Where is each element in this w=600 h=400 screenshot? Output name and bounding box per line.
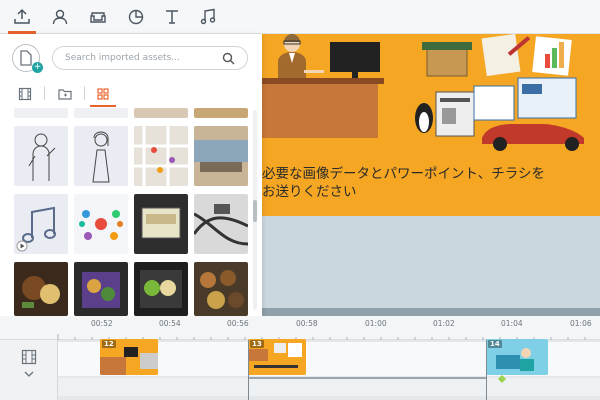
businessman-sketch-thumbnail[interactable] <box>14 126 68 186</box>
mind-map-thumbnail[interactable] <box>74 194 128 254</box>
plus-icon: + <box>32 62 43 73</box>
music-note-icon <box>16 206 56 252</box>
characters-tool[interactable] <box>46 0 74 34</box>
sofa-icon <box>90 12 106 23</box>
bento-photo-thumbnail[interactable] <box>14 262 68 316</box>
asset-thumbnail[interactable] <box>134 108 188 118</box>
upload-tool[interactable] <box>8 0 36 34</box>
clip-13-duration-bar[interactable] <box>248 377 486 379</box>
businesswoman-sketch-thumbnail[interactable] <box>74 126 128 186</box>
track-header[interactable] <box>0 340 58 400</box>
lunch-box-photo-thumbnail[interactable] <box>134 194 188 254</box>
search-icon[interactable] <box>222 52 235 65</box>
tab-grid[interactable] <box>88 82 118 107</box>
clip-number: 12 <box>102 340 116 348</box>
tick-label: 01:06 <box>570 319 592 328</box>
search-box[interactable] <box>52 46 248 70</box>
props-tool[interactable] <box>84 0 112 34</box>
tick-label: 01:02 <box>433 319 455 328</box>
bento-photo-thumbnail[interactable] <box>134 262 188 316</box>
tick-label: 00:52 <box>91 319 113 328</box>
film-icon <box>18 87 32 101</box>
tab-divider <box>44 86 45 100</box>
imported-assets-panel: + <box>0 34 262 316</box>
sub-lane[interactable] <box>58 378 600 396</box>
timeline-ruler[interactable]: 00:52 00:54 00:56 00:58 01:00 01:02 01:0… <box>0 316 600 340</box>
tab-folder[interactable] <box>50 82 80 106</box>
assets-scroll-thumb[interactable] <box>253 200 257 222</box>
asset-thumbnail[interactable] <box>194 108 248 118</box>
tick-label: 00:58 <box>296 319 318 328</box>
text-icon <box>166 10 178 24</box>
asset-thumbnail[interactable] <box>14 108 68 118</box>
tab-divider <box>84 86 85 100</box>
canvas-scrollbar[interactable] <box>262 308 600 316</box>
scene-stage[interactable]: 必要な画像データとパワーポイント、チラシを お送りください <box>262 34 600 216</box>
cables-photo-thumbnail[interactable] <box>194 194 248 254</box>
tab-video[interactable] <box>10 82 40 106</box>
scene-clip-14[interactable]: 14 <box>486 339 548 375</box>
top-toolbar <box>0 0 600 34</box>
scene-caption[interactable]: 必要な画像データとパワーポイント、チラシを お送りください <box>262 165 596 201</box>
folder-icon <box>58 89 72 100</box>
food-photo-thumbnail[interactable] <box>194 262 248 316</box>
clip-boundary <box>486 340 487 400</box>
person-icon <box>52 9 68 25</box>
caption-line-1: 必要な画像データとパワーポイント、チラシを <box>262 166 545 182</box>
grid-icon <box>97 88 109 100</box>
charts-tool[interactable] <box>122 0 150 34</box>
upload-icon <box>14 8 30 24</box>
caption-line-2: お送りください <box>262 184 357 200</box>
map-thumbnail[interactable] <box>134 126 188 186</box>
pie-chart-icon <box>128 9 144 25</box>
office-photo-thumbnail[interactable] <box>194 126 248 186</box>
audio-tool[interactable] <box>194 0 222 34</box>
clip-number: 14 <box>488 340 502 348</box>
scene-clip-12[interactable]: 12 <box>100 339 158 375</box>
tick-label: 01:04 <box>501 319 523 328</box>
tick-label: 01:00 <box>365 319 387 328</box>
text-tool[interactable] <box>158 0 186 34</box>
music-icon <box>200 8 216 25</box>
film-icon <box>21 349 37 365</box>
transition-marker-icon[interactable] <box>498 375 506 383</box>
file-icon <box>20 50 32 66</box>
canvas-background <box>262 216 600 308</box>
office-illustration <box>262 34 584 151</box>
scene-clip-13[interactable]: 13 <box>248 339 306 375</box>
clip-number: 13 <box>250 340 264 348</box>
assets-scrollbar[interactable] <box>253 110 257 310</box>
clip-boundary <box>248 340 249 400</box>
music-note-audio-thumbnail[interactable] <box>14 194 68 254</box>
asset-thumbnail[interactable] <box>74 108 128 118</box>
chevron-down-icon[interactable] <box>24 371 34 377</box>
tick-label: 00:56 <box>227 319 249 328</box>
tick-label: 00:54 <box>159 319 181 328</box>
bento-photo-thumbnail[interactable] <box>74 262 128 316</box>
search-input[interactable] <box>65 50 215 66</box>
